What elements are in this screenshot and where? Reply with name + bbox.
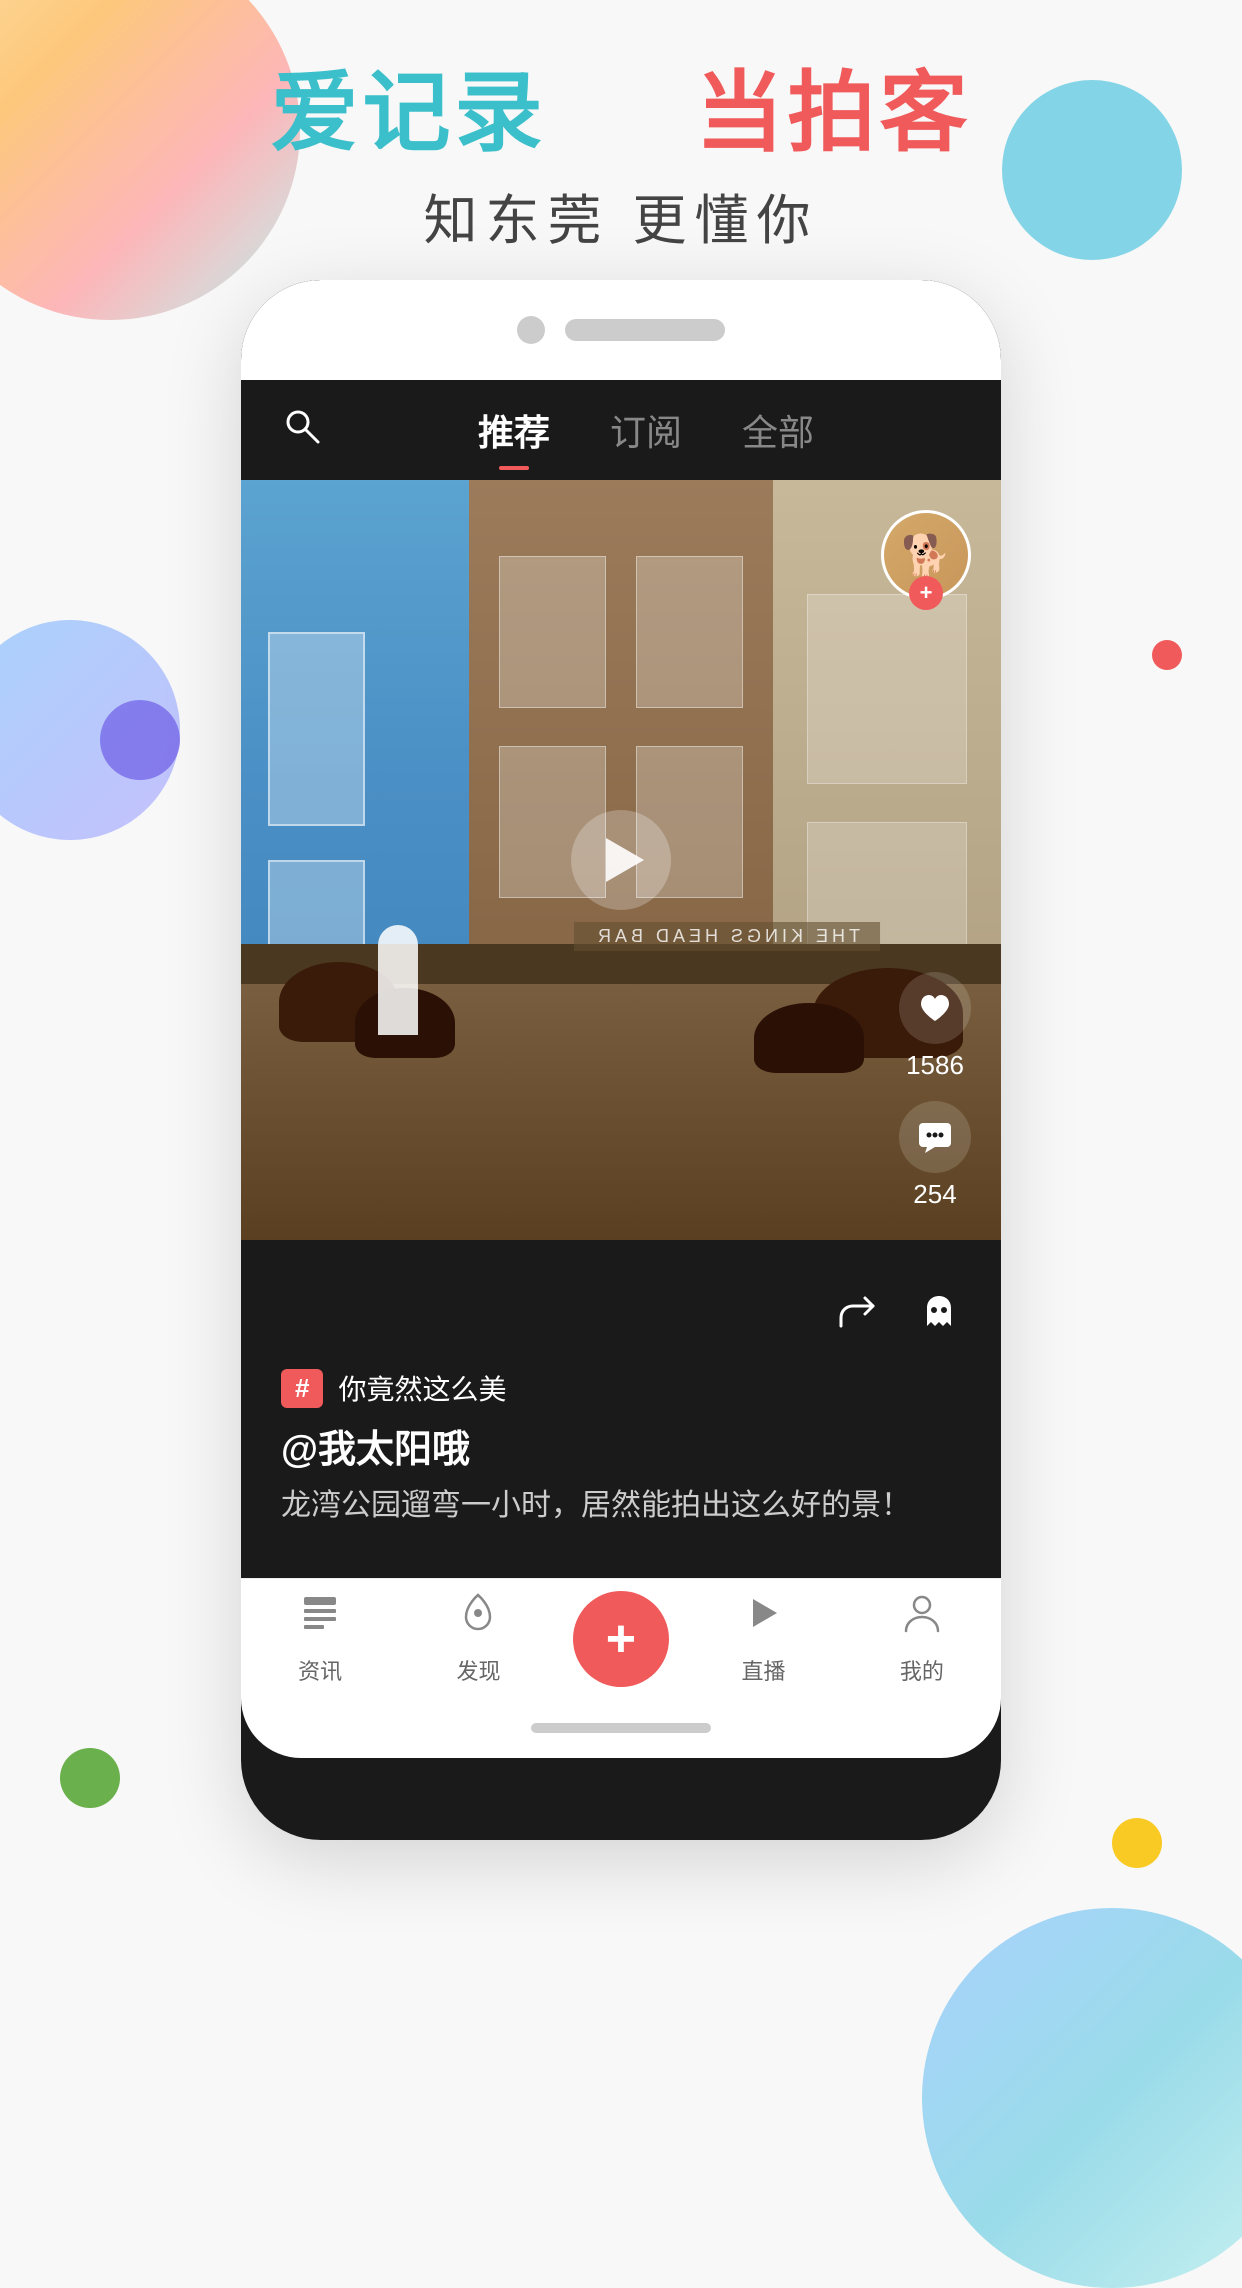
hashtag-text: 你竟然这么美: [338, 1368, 506, 1408]
person-silhouette: [378, 925, 418, 1035]
phone-top-bar: [241, 280, 1001, 380]
nav-label-profile: 我的: [900, 1654, 944, 1686]
nav-label-live: 直播: [741, 1654, 785, 1686]
deco-blob-bottom-left: [60, 1748, 120, 1808]
content-description: 龙湾公园遛弯一小时，居然能拍出这么好的景！: [281, 1483, 961, 1528]
discover-icon: [456, 1591, 500, 1646]
nav-label-discover: 发现: [456, 1654, 500, 1686]
news-icon: [298, 1591, 342, 1646]
phone-mockup: 推荐 订阅 全部: [241, 280, 1001, 1840]
follow-button[interactable]: +: [909, 576, 943, 610]
hashtag-badge: #: [281, 1369, 323, 1408]
nav-item-news[interactable]: 资讯: [241, 1591, 399, 1686]
phone-speaker: [565, 319, 725, 341]
like-count: 1586: [906, 1050, 964, 1081]
nav-item-discover[interactable]: 发现: [399, 1591, 557, 1686]
like-icon: [899, 972, 971, 1044]
hashtag-row: # 你竟然这么美: [281, 1368, 961, 1408]
action-buttons-container: 1586 254: [899, 972, 971, 1210]
tab-all[interactable]: 全部: [742, 394, 814, 466]
promo-area: 爱记录 当拍客 知东莞 更懂你: [0, 60, 1242, 255]
author-avatar-container: 🐕 +: [881, 510, 971, 600]
sign-text-content: THE KINGS HEAD BAR: [574, 922, 880, 951]
ghost-button[interactable]: [917, 1290, 961, 1343]
deco-dot-bottom-right: [1112, 1818, 1162, 1868]
nav-label-news: 资讯: [298, 1654, 342, 1686]
video-area: THE KINGS HEAD BAR 🐕 +: [241, 480, 1001, 1240]
promo-title: 爱记录 当拍客: [0, 60, 1242, 166]
deco-dot-right: [1152, 640, 1182, 670]
content-username[interactable]: @我太阳哦: [281, 1418, 961, 1473]
promo-title-blue: 爱记录: [271, 63, 547, 162]
shrub-4: [754, 1003, 864, 1073]
content-area: # 你竟然这么美 @我太阳哦 龙湾公园遛弯一小时，居然能拍出这么好的景！: [241, 1240, 1001, 1578]
share-row: [281, 1270, 961, 1353]
nav-item-profile[interactable]: 我的: [843, 1591, 1001, 1686]
comment-icon: [899, 1101, 971, 1173]
building-sign: THE KINGS HEAD BAR: [454, 922, 1001, 951]
play-triangle-icon: [606, 838, 644, 882]
deco-blob-left-small: [100, 700, 180, 780]
deco-blob-bottom-right: [922, 1908, 1242, 2288]
profile-icon: [900, 1591, 944, 1646]
search-icon[interactable]: [281, 405, 331, 455]
nav-tabs: 推荐 订阅 全部: [331, 394, 961, 466]
share-button[interactable]: [833, 1290, 877, 1343]
post-add-button[interactable]: +: [573, 1591, 669, 1687]
nav-item-live[interactable]: 直播: [684, 1591, 842, 1686]
promo-title-space: [575, 63, 667, 162]
phone-camera: [517, 316, 545, 344]
phone-inner: 推荐 订阅 全部: [241, 280, 1001, 1840]
phone-bottom-bar: [241, 1698, 1001, 1758]
like-button[interactable]: 1586: [899, 972, 971, 1081]
play-button[interactable]: [571, 810, 671, 910]
tab-subscribed[interactable]: 订阅: [610, 394, 682, 466]
comment-count: 254: [913, 1179, 956, 1210]
promo-title-red: 当拍客: [695, 63, 971, 162]
promo-subtitle: 知东莞 更懂你: [0, 176, 1242, 255]
home-indicator: [531, 1723, 711, 1733]
live-icon: [741, 1591, 785, 1646]
navigation-bar: 推荐 订阅 全部: [241, 380, 1001, 480]
nav-item-post[interactable]: +: [558, 1591, 685, 1687]
comment-button[interactable]: 254: [899, 1101, 971, 1210]
tab-recommended[interactable]: 推荐: [478, 394, 550, 466]
bottom-navigation: 资讯 发现 + 直播: [241, 1578, 1001, 1698]
